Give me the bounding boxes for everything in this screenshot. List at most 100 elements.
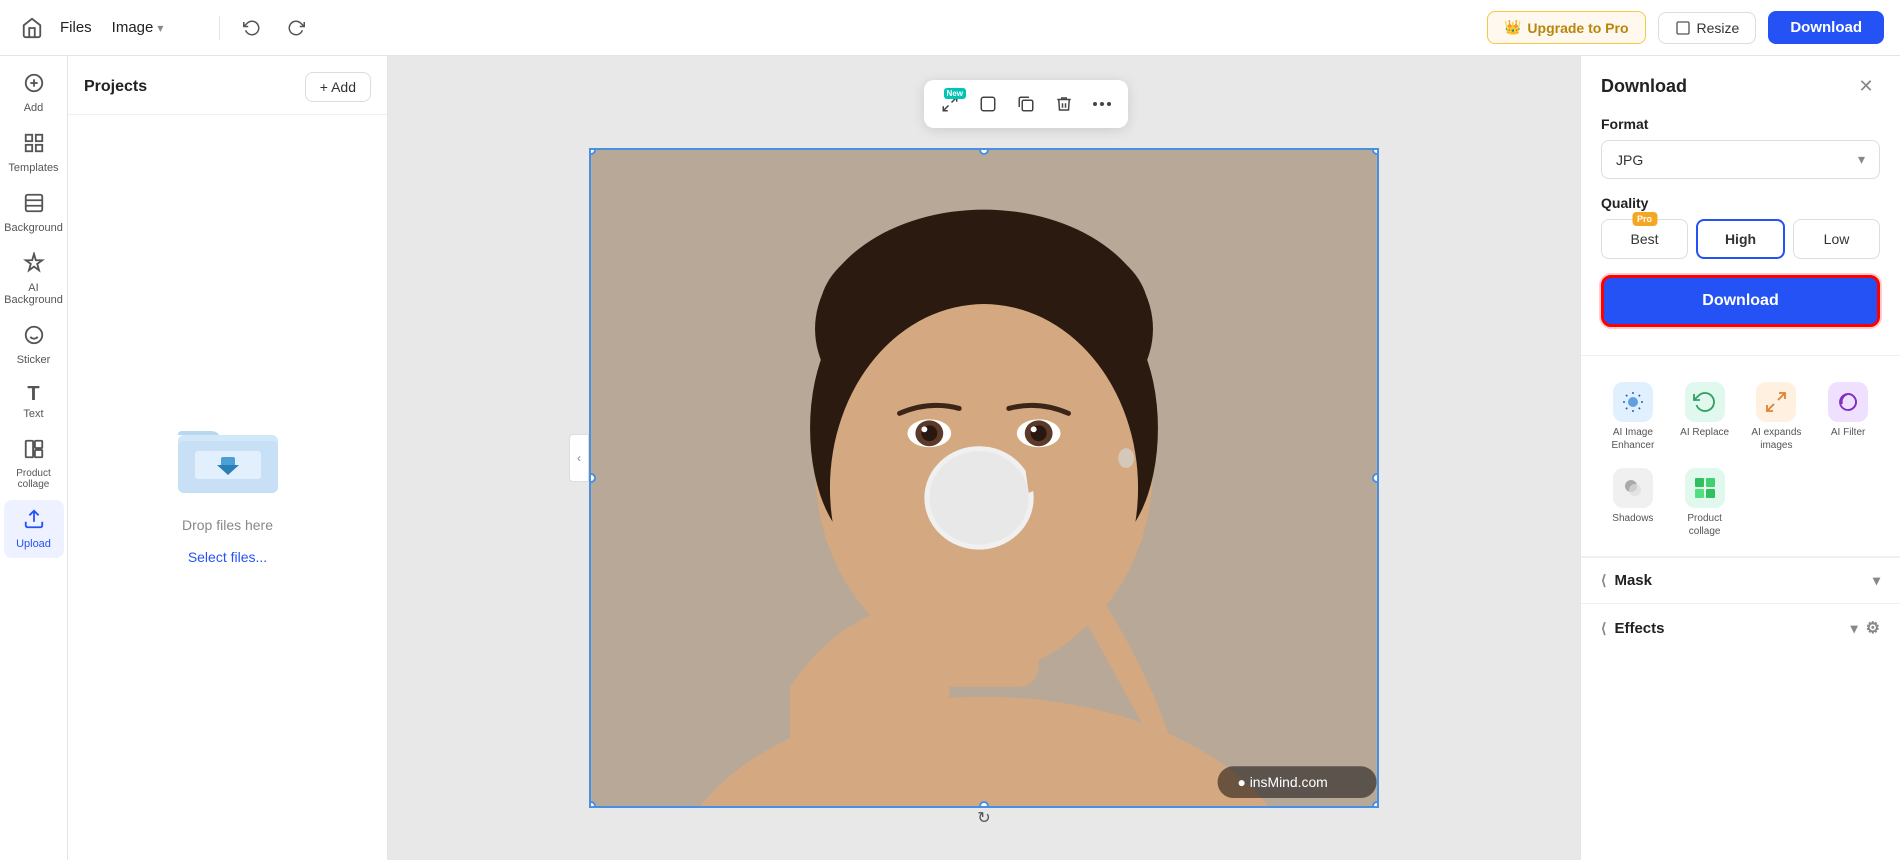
projects-header: Projects + Add: [68, 56, 387, 115]
ai-replace-icon: [1685, 382, 1725, 422]
upload-icon: [23, 508, 45, 534]
sidebar-item-label: Templates: [8, 162, 58, 174]
undo-button[interactable]: [236, 12, 268, 44]
shadows-icon: [1613, 468, 1653, 508]
resize-button[interactable]: Resize: [1658, 12, 1757, 44]
ai-expands-icon: [1756, 382, 1796, 422]
shadows-label: Shadows: [1612, 512, 1653, 525]
sidebar-item-label: Add: [24, 102, 44, 114]
text-icon: T: [27, 384, 39, 404]
projects-content: Drop files here Select files...: [68, 115, 387, 860]
download-main-button[interactable]: Download: [1601, 275, 1880, 327]
download-section: Download ✕ Format JPG ▾ Quality Pro Best…: [1581, 56, 1900, 356]
sidebar-item-templates[interactable]: Templates: [4, 124, 64, 182]
product-collage-icon: [1685, 468, 1725, 508]
quality-label: Quality: [1601, 195, 1880, 211]
image-menu[interactable]: Image ▾: [104, 15, 172, 40]
download-panel-header: Download ✕: [1601, 72, 1880, 100]
ai-expands-tool[interactable]: AI expands images: [1745, 376, 1809, 458]
sidebar-item-label: AI Background: [4, 282, 63, 306]
handle-tr[interactable]: [1372, 148, 1379, 155]
select-files-link[interactable]: Select files...: [188, 549, 267, 565]
background-icon: [23, 192, 45, 218]
more-button[interactable]: [1084, 86, 1120, 122]
effects-chevron-icon: ▾: [1851, 620, 1858, 637]
main-layout: Add Templates Background AI Background S…: [0, 56, 1900, 860]
effects-accordion-header[interactable]: ⟨ Effects ▾ ⚙: [1581, 604, 1900, 652]
pro-badge: Pro: [1632, 212, 1657, 226]
ai-replace-tool[interactable]: AI Replace: [1673, 376, 1737, 458]
handle-br[interactable]: [1372, 801, 1379, 808]
handle-mr[interactable]: [1372, 473, 1379, 483]
mask-button[interactable]: [970, 86, 1006, 122]
ai-tools-section: AI Image Enhancer AI Replace AI expands …: [1581, 356, 1900, 557]
ai-background-icon: [23, 252, 45, 278]
product-collage-tool[interactable]: Product collage: [1673, 462, 1737, 544]
ai-image-enhancer-icon: [1613, 382, 1653, 422]
crown-icon: 👑: [1504, 19, 1521, 36]
home-button[interactable]: [16, 12, 48, 44]
canvas-area: New ‹: [388, 56, 1580, 860]
add-project-button[interactable]: + Add: [305, 72, 371, 102]
effects-accordion: ⟨ Effects ▾ ⚙: [1581, 603, 1900, 652]
files-button[interactable]: Files: [60, 19, 92, 36]
folder-illustration: [168, 411, 288, 501]
sidebar-item-label: Sticker: [17, 354, 51, 366]
ai-filter-label: AI Filter: [1831, 426, 1865, 439]
upgrade-button[interactable]: 👑 Upgrade to Pro: [1487, 11, 1646, 44]
sidebar-item-upload[interactable]: Upload: [4, 500, 64, 558]
mask-accordion-header[interactable]: ⟨ Mask ▾: [1581, 558, 1900, 603]
canvas-image[interactable]: ● insMind.com: [589, 148, 1379, 808]
format-select[interactable]: JPG ▾: [1601, 140, 1880, 179]
format-label: Format: [1601, 116, 1880, 132]
sidebar-item-sticker[interactable]: Sticker: [4, 316, 64, 374]
ai-expands-label: AI expands images: [1747, 426, 1807, 452]
projects-title: Projects: [84, 78, 147, 96]
mask-label: Mask: [1614, 572, 1652, 589]
sidebar-item-product-collage[interactable]: Product collage: [4, 430, 64, 498]
redo-button[interactable]: [280, 12, 312, 44]
ai-filter-icon: [1828, 382, 1868, 422]
drop-text: Drop files here: [182, 517, 273, 533]
sidebar-item-label: Background: [4, 222, 63, 234]
canvas-wrapper: ‹: [589, 118, 1379, 798]
collapse-panel-button[interactable]: ‹: [569, 434, 589, 482]
ai-filter-tool[interactable]: AI Filter: [1816, 376, 1880, 458]
sidebar-item-text[interactable]: T Text: [4, 376, 64, 428]
sidebar-item-label: Text: [23, 408, 43, 420]
rotate-handle[interactable]: ↻: [974, 808, 994, 828]
ai-tools-row2: Shadows Product collage: [1601, 462, 1880, 544]
handle-bc[interactable]: [979, 801, 989, 808]
delete-button[interactable]: [1046, 86, 1082, 122]
effects-collapse-icon: ⟨: [1601, 620, 1606, 637]
quality-section: Quality Pro Best High Low: [1601, 195, 1880, 259]
sidebar-item-ai-background[interactable]: AI Background: [4, 244, 64, 314]
quality-best-button[interactable]: Pro Best: [1601, 219, 1688, 259]
sidebar-item-background[interactable]: Background: [4, 184, 64, 242]
mask-collapse-icon: ⟨: [1601, 572, 1606, 589]
topbar: Files Image ▾ 👑 Upgrade to Pro Resize Do…: [0, 0, 1900, 56]
sticker-icon: [23, 324, 45, 350]
right-panel: Download ✕ Format JPG ▾ Quality Pro Best…: [1580, 56, 1900, 860]
ai-image-enhancer-tool[interactable]: AI Image Enhancer: [1601, 376, 1665, 458]
sidebar-item-label: Upload: [16, 538, 51, 550]
ai-expand-button[interactable]: New: [932, 86, 968, 122]
close-download-button[interactable]: ✕: [1852, 72, 1880, 100]
download-panel-title: Download: [1601, 76, 1687, 97]
add-icon: [23, 72, 45, 98]
handle-bl[interactable]: [589, 801, 596, 808]
projects-panel: Projects + Add Dro: [68, 56, 388, 860]
download-top-button[interactable]: Download: [1768, 11, 1884, 44]
quality-high-button[interactable]: High: [1696, 219, 1785, 259]
effects-settings-icon[interactable]: ⚙: [1866, 618, 1880, 638]
duplicate-button[interactable]: [1008, 86, 1044, 122]
sidebar-item-add[interactable]: Add: [4, 64, 64, 122]
effects-label: Effects: [1614, 620, 1664, 637]
mask-chevron-icon: ▾: [1873, 572, 1880, 589]
templates-icon: [23, 132, 45, 158]
product-collage-label: Product collage: [1675, 512, 1735, 538]
shadows-tool[interactable]: Shadows: [1601, 462, 1665, 544]
sidebar-item-label: Product collage: [8, 468, 60, 490]
ai-replace-label: AI Replace: [1680, 426, 1729, 439]
quality-low-button[interactable]: Low: [1793, 219, 1880, 259]
